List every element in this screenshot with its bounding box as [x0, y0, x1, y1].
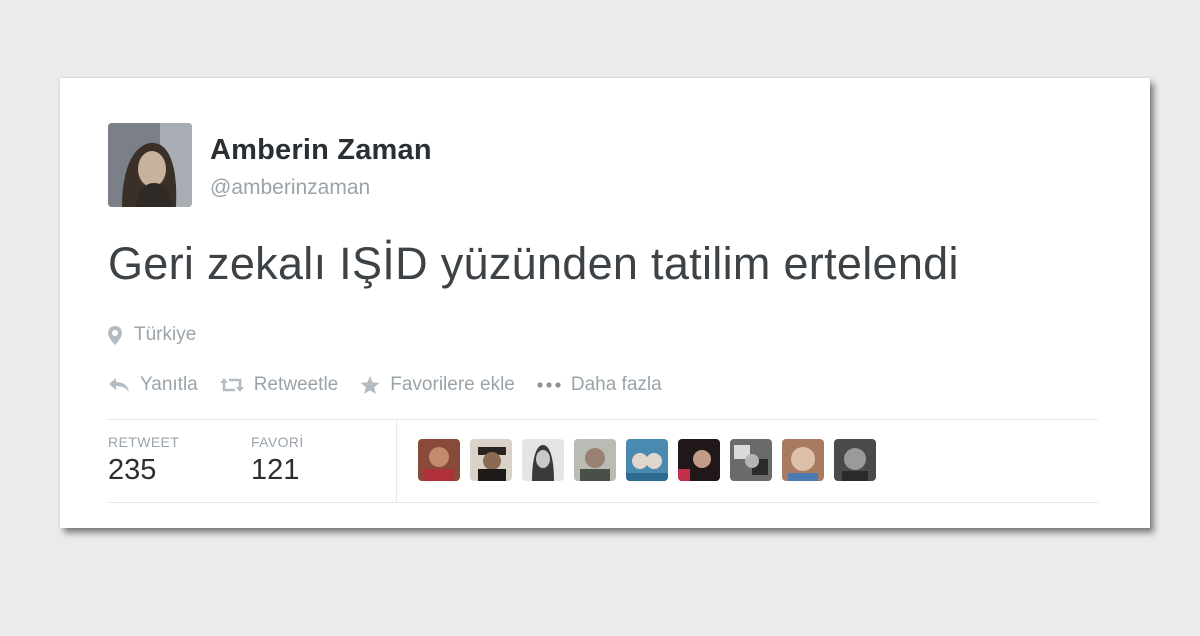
- retweet-stat[interactable]: RETWEET 235: [108, 434, 179, 487]
- favorite-count: 121: [251, 454, 300, 486]
- user-avatar[interactable]: [418, 439, 460, 481]
- retweet-label: Retweetle: [253, 374, 339, 395]
- retweet-stat-label: RETWEET: [108, 434, 180, 450]
- author-avatar[interactable]: [108, 123, 192, 207]
- tweet-stats: RETWEET 235 FAVORİ 121: [108, 420, 1098, 502]
- star-icon: [360, 375, 380, 395]
- reply-icon: [108, 377, 130, 393]
- user-avatar[interactable]: [470, 439, 512, 481]
- user-avatar[interactable]: [782, 439, 824, 481]
- favorite-stat-label: FAVORİ: [251, 434, 304, 450]
- location-pin-icon: [108, 325, 122, 345]
- favoriter-avatars: [418, 439, 886, 481]
- user-avatar[interactable]: [834, 439, 876, 481]
- user-avatar[interactable]: [730, 439, 772, 481]
- favorite-label: Favorilere ekle: [390, 374, 515, 395]
- stats-separator: [396, 420, 397, 502]
- retweet-count: 235: [108, 454, 157, 486]
- author-handle[interactable]: @amberinzaman: [210, 176, 370, 200]
- reply-button[interactable]: Yanıtla: [108, 374, 198, 396]
- favorite-button[interactable]: Favorilere ekle: [360, 374, 515, 396]
- user-avatar[interactable]: [678, 439, 720, 481]
- user-avatar[interactable]: [626, 439, 668, 481]
- more-icon: [537, 381, 561, 389]
- retweet-button[interactable]: Retweetle: [219, 374, 339, 396]
- tweet-card: Amberin Zaman @amberinzaman Geri zekalı …: [60, 78, 1150, 528]
- tweet-actions: Yanıtla Retweetle Favorilere ekle Daha f…: [108, 374, 684, 396]
- tweet-text: Geri zekalı IŞİD yüzünden tatilim ertele…: [108, 238, 959, 289]
- reply-label: Yanıtla: [140, 374, 198, 395]
- author-name[interactable]: Amberin Zaman: [210, 134, 432, 167]
- location-label: Türkiye: [134, 324, 197, 345]
- more-button[interactable]: Daha fazla: [537, 374, 662, 396]
- favorite-stat[interactable]: FAVORİ 121: [251, 434, 304, 487]
- tweet-location[interactable]: Türkiye: [108, 324, 196, 346]
- retweet-icon: [219, 377, 244, 393]
- more-label: Daha fazla: [570, 374, 662, 395]
- stats-bottom-divider: [108, 502, 1098, 503]
- user-avatar[interactable]: [522, 439, 564, 481]
- user-avatar[interactable]: [574, 439, 616, 481]
